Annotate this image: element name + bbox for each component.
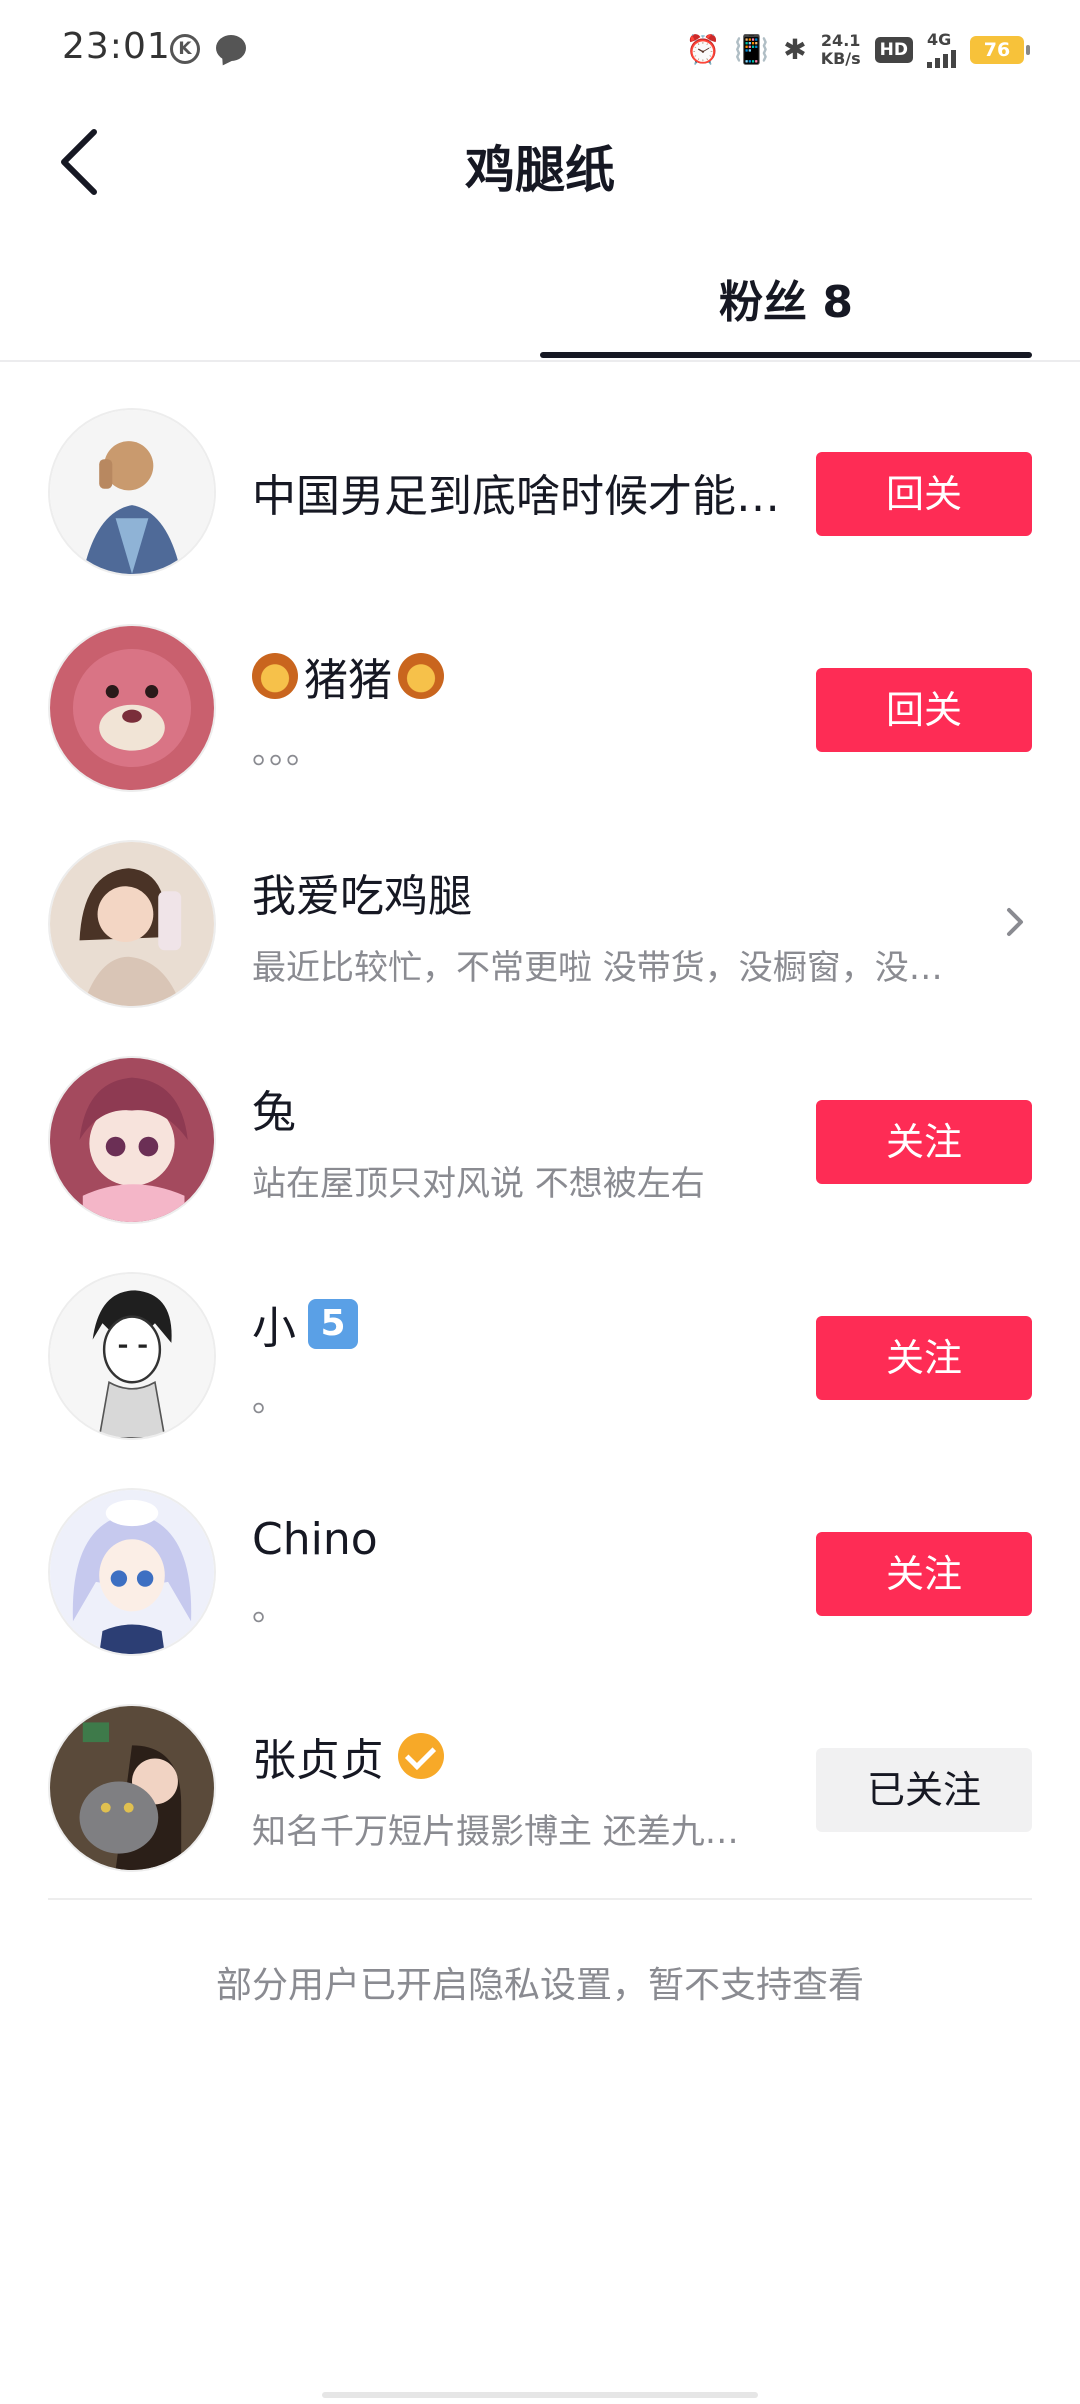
fans-page: 23:01 K ⏰ 📳 ✱ 24.1 KB/s HD 4G 76 鸡腿纸 粉丝 …: [0, 0, 1080, 2404]
fan-list: 中国男足到底啥时候才能… 回关 猪猪 。。。 回关 我爱吃鸡腿 最近比较忙，不常…: [0, 378, 1080, 1890]
fan-name-text: 张贞贞: [252, 1734, 384, 1786]
fan-name-text: 兔: [252, 1086, 296, 1138]
tab-fans[interactable]: 粉丝 8: [540, 266, 1032, 330]
list-divider: [48, 1898, 1032, 1900]
list-item[interactable]: Chino 。 关注: [0, 1458, 1080, 1674]
avatar[interactable]: [48, 408, 216, 576]
vibrate-icon: 📳: [734, 33, 770, 66]
fan-info: 张贞贞 知名千万短片摄影博主 还差九…: [252, 1674, 792, 1902]
tab-active-indicator: [540, 352, 1032, 358]
tab-divider: [0, 360, 1080, 362]
fan-name-text: 中国男足到底啥时候才能…: [252, 471, 780, 522]
fan-info: 兔 站在屋顶只对风说 不想被左右: [252, 1026, 792, 1254]
list-item[interactable]: 我爱吃鸡腿 最近比较忙，不常更啦 没带货，没橱窗，没…: [0, 810, 1080, 1026]
fan-name-text: 我爱吃鸡腿: [252, 870, 472, 922]
battery-icon: 76: [970, 36, 1030, 64]
privacy-note: 部分用户已开启隐私设置，暂不支持查看: [215, 1965, 864, 2006]
status-icons: ⏰ 📳 ✱ 24.1 KB/s HD 4G 76: [685, 28, 1030, 72]
avatar[interactable]: [48, 1272, 216, 1440]
page-title: 鸡腿纸: [465, 141, 615, 199]
signal-icon: 4G: [927, 32, 956, 68]
fan-name-text: 猪猪: [304, 654, 392, 706]
fan-name-text: Chino: [252, 1514, 378, 1565]
network-speed: 24.1 KB/s: [821, 32, 861, 68]
fan-name-text: 小: [252, 1302, 296, 1354]
keycap-five-emoji-icon: 5: [308, 1298, 358, 1349]
fan-signature: 知名千万短片摄影博主 还差九…: [252, 1811, 739, 1852]
follow-button[interactable]: 关注: [816, 1316, 1032, 1400]
fan-name: Chino: [252, 1514, 792, 1565]
message-notification-icon: [216, 35, 246, 61]
fan-name: 中国男足到底啥时候才能…: [252, 460, 792, 524]
lion-emoji-icon: [398, 652, 444, 699]
fan-info: 中国男足到底啥时候才能…: [252, 378, 792, 606]
list-item[interactable]: 张贞贞 知名千万短片摄影博主 还差九… 已关注: [0, 1674, 1080, 1890]
bluetooth-icon: ✱: [783, 33, 807, 66]
chevron-right-icon[interactable]: [1000, 902, 1030, 942]
avatar[interactable]: [48, 1488, 216, 1656]
following-button[interactable]: 已关注: [816, 1748, 1032, 1832]
k-app-icon: K: [170, 34, 200, 64]
list-item[interactable]: 猪猪 。。。 回关: [0, 594, 1080, 810]
verified-badge-icon: [398, 1732, 444, 1779]
follow-back-button[interactable]: 回关: [816, 452, 1032, 536]
fan-name: 兔: [252, 1076, 792, 1140]
avatar[interactable]: [48, 1056, 216, 1224]
fan-signature: 站在屋顶只对风说 不想被左右: [252, 1163, 705, 1204]
follow-button[interactable]: 关注: [816, 1100, 1032, 1184]
alarm-icon: ⏰: [685, 33, 721, 66]
avatar[interactable]: [48, 1704, 216, 1872]
fan-signature: 最近比较忙，不常更啦 没带货，没橱窗，没…: [252, 947, 943, 988]
fan-signature: 。: [252, 1379, 286, 1420]
avatar[interactable]: [48, 624, 216, 792]
fan-info: 小 5 。: [252, 1242, 792, 1470]
status-bar: 23:01 K ⏰ 📳 ✱ 24.1 KB/s HD 4G 76: [0, 0, 1080, 100]
follow-back-button[interactable]: 回关: [816, 668, 1032, 752]
fan-info: 我爱吃鸡腿 最近比较忙，不常更啦 没带货，没橱窗，没…: [252, 810, 943, 1038]
fan-info: Chino 。: [252, 1458, 792, 1686]
fan-signature: 。。。: [252, 731, 320, 772]
status-time: 23:01: [62, 26, 171, 67]
list-item[interactable]: 小 5 。 关注: [0, 1242, 1080, 1458]
fan-name: 小 5: [252, 1292, 792, 1356]
network-type: 4G: [927, 30, 952, 49]
list-item[interactable]: 中国男足到底啥时候才能… 回关: [0, 378, 1080, 594]
follow-button[interactable]: 关注: [816, 1532, 1032, 1616]
fan-signature: 。: [252, 1589, 286, 1629]
network-speed-value: 24.1: [820, 31, 861, 50]
fan-name: 我爱吃鸡腿: [252, 860, 792, 924]
home-indicator[interactable]: [322, 2392, 758, 2398]
fan-name: 猪猪: [252, 644, 792, 708]
fan-info: 猪猪 。。。: [252, 594, 792, 822]
fan-name: 张贞贞: [252, 1724, 792, 1788]
hd-badge: HD: [874, 37, 913, 63]
lion-emoji-icon: [252, 652, 298, 699]
avatar[interactable]: [48, 840, 216, 1008]
list-item[interactable]: 兔 站在屋顶只对风说 不想被左右 关注: [0, 1026, 1080, 1242]
network-speed-unit: KB/s: [820, 49, 861, 68]
